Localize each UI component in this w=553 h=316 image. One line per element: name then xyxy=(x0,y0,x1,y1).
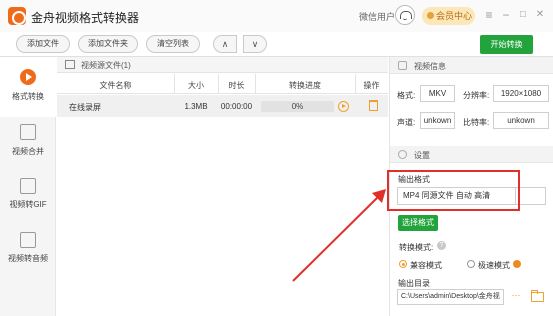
sidebar: 格式转换 视频合并 视频转GIF 视频转音频 xyxy=(0,57,56,316)
output-dir-label: 输出目录 xyxy=(398,279,430,288)
app-title: 金舟视频格式转换器 xyxy=(31,11,140,25)
clear-list-button[interactable]: 清空列表 xyxy=(146,35,200,53)
compat-mode-radio[interactable] xyxy=(399,260,407,268)
output-dir-field[interactable]: C:\Users\admin\Desktop\金舟视 xyxy=(397,289,504,305)
convert-mode-label: 转换模式: xyxy=(399,243,434,252)
file-duration: 00:00:00 xyxy=(220,102,253,111)
annotation-highlight-box xyxy=(387,170,520,211)
video-info-header: 视频信息 xyxy=(390,57,553,74)
title-bar: 金舟视频格式转换器 微信用户 会员中心 ≡ − □ ✕ xyxy=(0,0,553,32)
move-down-button[interactable]: ∨ xyxy=(243,35,267,53)
open-folder-icon[interactable] xyxy=(531,290,544,302)
browse-button[interactable]: ··· xyxy=(508,289,524,305)
sidebar-item-label: 视频转音频 xyxy=(8,254,48,263)
settings-title: 设置 xyxy=(414,151,430,160)
resolution-label: 分辨率: xyxy=(463,91,490,100)
file-size: 1.3MB xyxy=(184,102,208,111)
output-format-field-extension[interactable] xyxy=(516,187,546,205)
audio-channel-value: unkown xyxy=(420,112,455,129)
add-folder-button[interactable]: 添加文件夹 xyxy=(78,35,138,53)
file-name: 在线录屏 xyxy=(69,103,101,112)
column-name: 文件名称 xyxy=(99,81,132,90)
app-logo-icon xyxy=(8,7,26,25)
sidebar-item-label: 视频合并 xyxy=(12,147,44,156)
delete-icon[interactable] xyxy=(369,100,378,111)
maximize-icon[interactable]: □ xyxy=(515,7,531,23)
choose-format-button[interactable]: 选择格式 xyxy=(398,215,438,231)
progress-bar: 0% xyxy=(261,101,334,112)
sidebar-item-format-convert[interactable]: 格式转换 xyxy=(0,57,56,117)
info-icon xyxy=(398,61,407,70)
fast-mode-label[interactable]: 极速模式 xyxy=(478,260,510,271)
app-window: 金舟视频格式转换器 微信用户 会员中心 ≡ − □ ✕ 添加文件 添加文件夹 清… xyxy=(0,0,553,316)
column-action: 操作 xyxy=(363,81,380,90)
audio-channel-label: 声道: xyxy=(397,118,416,127)
sidebar-item-video-merge[interactable]: 视频合并 xyxy=(0,117,56,177)
avatar[interactable] xyxy=(395,5,415,25)
column-progress: 转换进度 xyxy=(289,81,321,90)
start-convert-button[interactable]: 开始转换 xyxy=(480,35,533,54)
source-header: 视频源文件(1) xyxy=(57,57,388,73)
close-icon[interactable]: ✕ xyxy=(532,7,548,23)
merge-icon xyxy=(20,124,36,140)
play-icon[interactable] xyxy=(338,101,349,112)
vip-center-button[interactable]: 会员中心 xyxy=(422,7,475,25)
gear-icon xyxy=(398,150,407,159)
video-info-title: 视频信息 xyxy=(414,62,446,71)
format-label: 格式: xyxy=(397,91,416,100)
minimize-icon[interactable]: − xyxy=(498,7,514,23)
bitrate-value: unkown xyxy=(493,112,549,129)
vip-badge-icon xyxy=(513,260,521,268)
toolbar: 添加文件 添加文件夹 清空列表 ∧ ∨ 开始转换 xyxy=(0,32,553,56)
settings-header: 设置 xyxy=(390,146,553,163)
resolution-value: 1920×1080 xyxy=(493,85,549,102)
fast-mode-radio[interactable] xyxy=(467,260,475,268)
table-header: 文件名称 大小 时长 转换进度 操作 xyxy=(57,74,388,94)
file-list-panel: 视频源文件(1) 文件名称 大小 时长 转换进度 操作 在线录屏 1.3MB 0… xyxy=(57,57,388,316)
compat-mode-label[interactable]: 兼容模式 xyxy=(410,260,442,271)
sidebar-item-video-to-audio[interactable]: 视频转音频 xyxy=(0,224,56,284)
user-name[interactable]: 微信用户 xyxy=(359,10,395,23)
column-duration: 时长 xyxy=(228,81,245,90)
bitrate-label: 比特率: xyxy=(463,118,490,127)
column-size: 大小 xyxy=(188,81,204,90)
menu-icon[interactable]: ≡ xyxy=(481,7,497,23)
add-file-button[interactable]: 添加文件 xyxy=(16,35,70,53)
sidebar-item-label: 格式转换 xyxy=(12,92,44,101)
gif-icon xyxy=(20,178,36,194)
move-up-button[interactable]: ∧ xyxy=(213,35,237,53)
audio-icon xyxy=(20,232,36,248)
source-header-title: 视频源文件(1) xyxy=(81,61,131,70)
sidebar-item-label: 视频转GIF xyxy=(9,200,47,209)
convert-icon xyxy=(20,69,36,85)
format-value: MKV xyxy=(420,85,455,102)
folder-icon xyxy=(65,60,75,69)
sidebar-item-video-to-gif[interactable]: 视频转GIF xyxy=(0,170,56,230)
help-icon[interactable]: ? xyxy=(437,241,446,250)
